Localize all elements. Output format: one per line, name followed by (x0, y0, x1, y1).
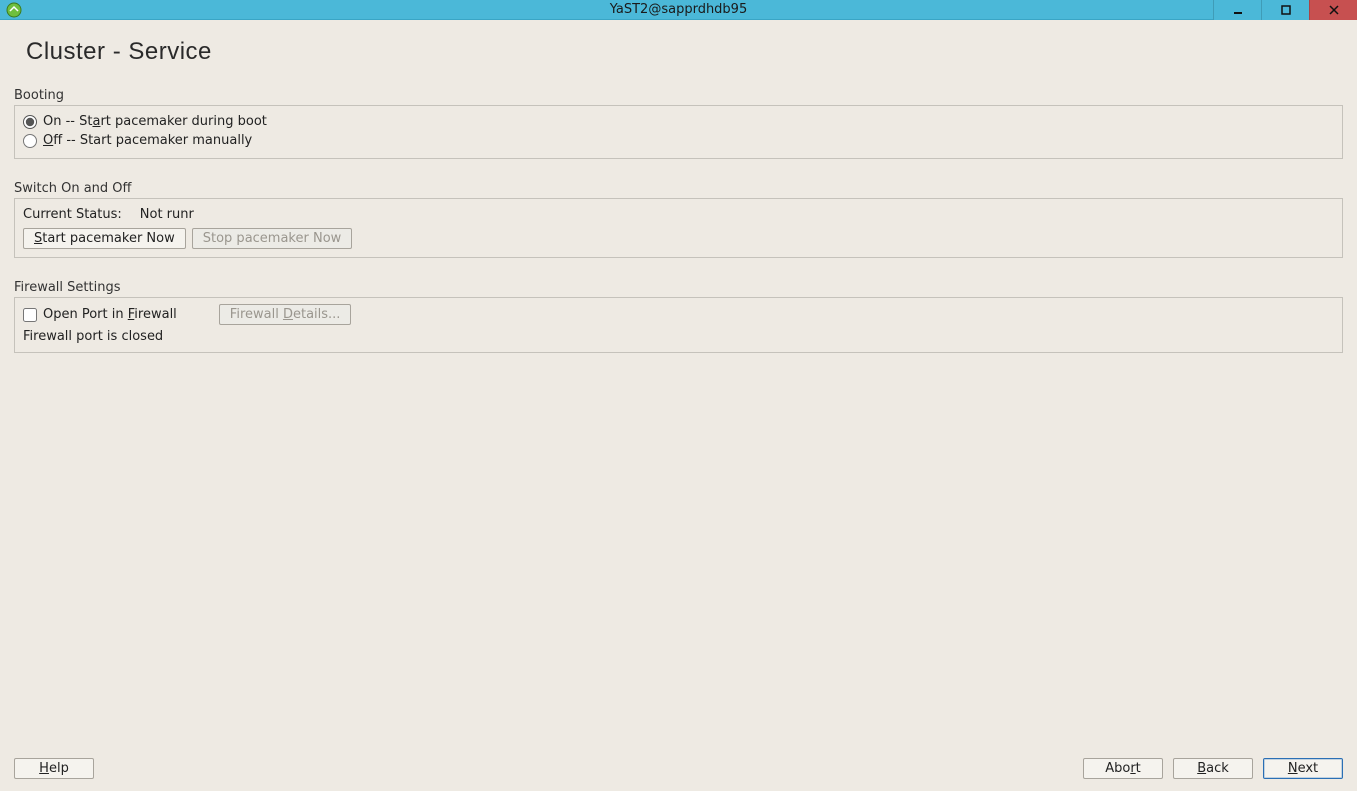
window-controls (1213, 0, 1357, 20)
firewall-details-button: Firewall Details... (219, 304, 352, 325)
current-status-value: Not runr (140, 207, 194, 222)
firewall-label: Firewall Settings (14, 280, 1343, 295)
start-pacemaker-button[interactable]: Start pacemaker Now (23, 228, 186, 249)
window-title: YaST2@sapprdhdb95 (0, 2, 1357, 17)
open-port-label: Open Port in Firewall (43, 307, 177, 322)
switch-panel: Current Status: Not runr Start pacemaker… (14, 198, 1343, 258)
window-maximize-button[interactable] (1261, 0, 1309, 20)
abort-button[interactable]: Abort (1083, 758, 1163, 779)
switch-label: Switch On and Off (14, 181, 1343, 196)
firewall-status-text: Firewall port is closed (23, 329, 1334, 344)
window-close-button[interactable] (1309, 0, 1357, 20)
booting-off-radio-input[interactable] (23, 134, 37, 148)
window-minimize-button[interactable] (1213, 0, 1261, 20)
firewall-panel: Open Port in Firewall Firewall Details..… (14, 297, 1343, 353)
booting-off-radio[interactable]: Off -- Start pacemaker manually (23, 131, 1334, 150)
back-button[interactable]: Back (1173, 758, 1253, 779)
page-title: Cluster - Service (26, 38, 1343, 66)
booting-on-radio-input[interactable] (23, 115, 37, 129)
booting-label: Booting (14, 88, 1343, 103)
current-status-label: Current Status: (23, 207, 122, 222)
window-titlebar: YaST2@sapprdhdb95 (0, 0, 1357, 20)
stop-pacemaker-button: Stop pacemaker Now (192, 228, 353, 249)
booting-off-label: Off -- Start pacemaker manually (43, 133, 252, 148)
yast-icon (6, 2, 22, 18)
booting-panel: On -- Start pacemaker during boot Off --… (14, 105, 1343, 159)
open-port-checkbox-input[interactable] (23, 308, 37, 322)
booting-on-radio[interactable]: On -- Start pacemaker during boot (23, 112, 1334, 131)
open-port-checkbox[interactable]: Open Port in Firewall (23, 305, 177, 324)
footer: Help Abort Back Next (14, 750, 1343, 779)
next-button[interactable]: Next (1263, 758, 1343, 779)
page-body: Cluster - Service Booting On -- Start pa… (0, 20, 1357, 791)
booting-on-label: On -- Start pacemaker during boot (43, 114, 267, 129)
help-button[interactable]: Help (14, 758, 94, 779)
